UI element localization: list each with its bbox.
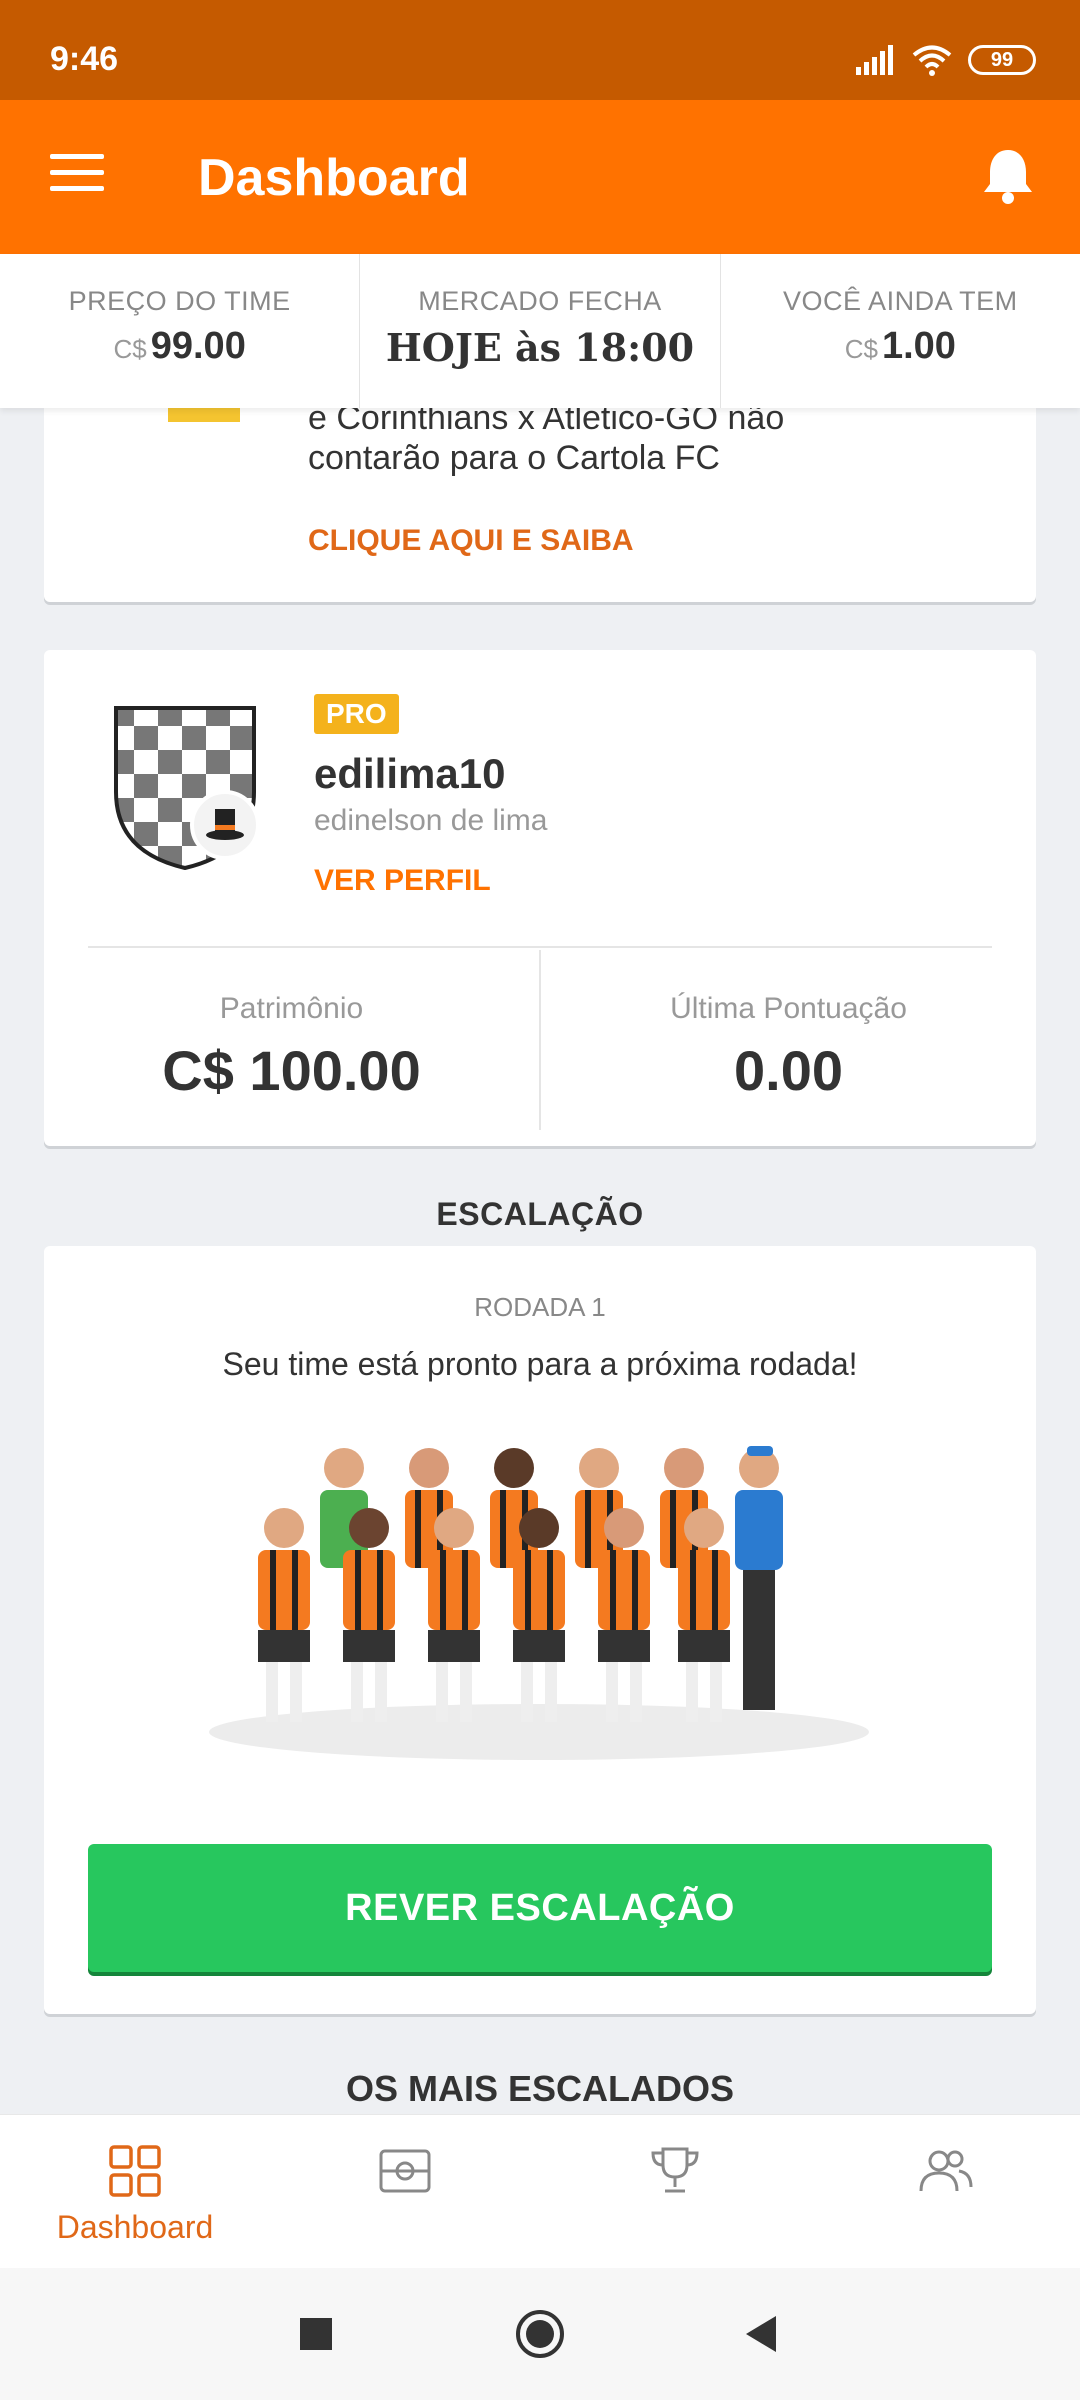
bottom-navigation: Dashboard bbox=[0, 2114, 1080, 2268]
battery-indicator: 99 bbox=[968, 45, 1036, 75]
profile-card: PRO edilima10 edinelson de lima VER PERF… bbox=[44, 650, 1036, 1146]
people-icon bbox=[919, 2150, 973, 2192]
remaining-balance-stat: VOCÊ AINDA TEM C$ 1.00 bbox=[721, 254, 1080, 408]
divider bbox=[88, 946, 992, 948]
currency-symbol: C$ bbox=[113, 334, 147, 364]
top-hat-badge bbox=[190, 790, 260, 860]
nav-item-friends[interactable] bbox=[810, 2115, 1080, 2268]
top-hat-icon bbox=[206, 809, 244, 840]
field-icon bbox=[379, 2149, 431, 2193]
stat-value: C$ 99.00 bbox=[0, 325, 359, 368]
status-time: 9:46 bbox=[50, 40, 119, 78]
dashboard-grid-icon bbox=[109, 2145, 161, 2197]
last-score-stat: Última Pontuação 0.00 bbox=[541, 950, 1036, 1130]
stat-amount: 1.00 bbox=[881, 325, 956, 367]
menu-icon-line bbox=[50, 170, 104, 175]
lineup-section-title: ESCALAÇÃO bbox=[436, 1196, 644, 1232]
app-bar: Dashboard bbox=[0, 100, 1080, 254]
news-line: contarão para o Cartola FC bbox=[308, 439, 720, 477]
stat-value: C$ 100.00 bbox=[162, 1039, 421, 1102]
recents-square-icon[interactable] bbox=[288, 2306, 344, 2362]
status-bar: 9:46 99 bbox=[0, 0, 1080, 100]
status-icons: 99 bbox=[856, 44, 1036, 76]
team-illustration bbox=[209, 1446, 869, 1760]
news-text: e Corinthians x Atletico-GO não contarão… bbox=[308, 398, 784, 478]
team-username: edilima10 bbox=[314, 750, 506, 797]
round-label: RODADA 1 bbox=[474, 1292, 606, 1322]
notification-bell-icon[interactable] bbox=[980, 146, 1036, 206]
system-navigation-bar bbox=[0, 2268, 1080, 2400]
patrimony-stat: Patrimônio C$ 100.00 bbox=[44, 950, 541, 1130]
home-circle-icon[interactable] bbox=[512, 2306, 568, 2362]
stat-label: VOCÊ AINDA TEM bbox=[783, 286, 1018, 316]
stat-label: MERCADO FECHA bbox=[418, 286, 662, 316]
team-price-stat: PREÇO DO TIME C$ 99.00 bbox=[0, 254, 361, 408]
stat-label: Última Pontuação bbox=[670, 992, 907, 1025]
signal-icon bbox=[856, 45, 893, 75]
stat-amount: 99.00 bbox=[150, 325, 246, 367]
nav-item-dashboard[interactable]: Dashboard bbox=[0, 2115, 270, 2268]
stat-value: HOJE às 18:00 bbox=[385, 325, 695, 370]
lineup-status-message: Seu time está pronto para a próxima roda… bbox=[222, 1346, 858, 1382]
wifi-icon bbox=[912, 45, 952, 76]
lineup-card: RODADA 1 Seu time está pronto para a pró… bbox=[44, 1246, 1036, 2014]
stat-value: 0.00 bbox=[734, 1039, 843, 1102]
owner-full-name: edinelson de lima bbox=[314, 804, 548, 837]
page-title: Dashboard bbox=[198, 149, 470, 207]
trophy-icon bbox=[651, 2147, 699, 2193]
market-stats-row: PREÇO DO TIME C$ 99.00 MERCADO FECHA HOJE… bbox=[0, 254, 1080, 408]
view-profile-link[interactable]: VER PERFIL bbox=[314, 864, 491, 898]
profile-stats: Patrimônio C$ 100.00 Última Pontuação 0.… bbox=[44, 950, 1036, 1130]
news-link[interactable]: CLIQUE AQUI E SAIBA bbox=[308, 524, 634, 558]
nav-item-lineup[interactable] bbox=[270, 2115, 540, 2268]
stat-value: C$ 1.00 bbox=[721, 325, 1080, 368]
menu-icon-line bbox=[50, 186, 104, 191]
most-picked-section-title: OS MAIS ESCALADOS bbox=[345, 2068, 735, 2109]
menu-icon-line bbox=[50, 154, 104, 159]
back-triangle-icon[interactable] bbox=[734, 2306, 790, 2362]
pro-badge: PRO bbox=[314, 694, 399, 734]
nav-item-leagues[interactable] bbox=[540, 2115, 810, 2268]
market-close-stat: MERCADO FECHA HOJE às 18:00 bbox=[360, 254, 721, 408]
nav-label: Dashboard bbox=[56, 2209, 214, 2245]
review-lineup-button[interactable]: REVER ESCALAÇÃO bbox=[88, 1844, 992, 1972]
stat-label: PREÇO DO TIME bbox=[68, 286, 291, 316]
stat-label: Patrimônio bbox=[219, 992, 364, 1025]
currency-symbol: C$ bbox=[844, 334, 878, 364]
menu-button[interactable] bbox=[50, 154, 104, 194]
